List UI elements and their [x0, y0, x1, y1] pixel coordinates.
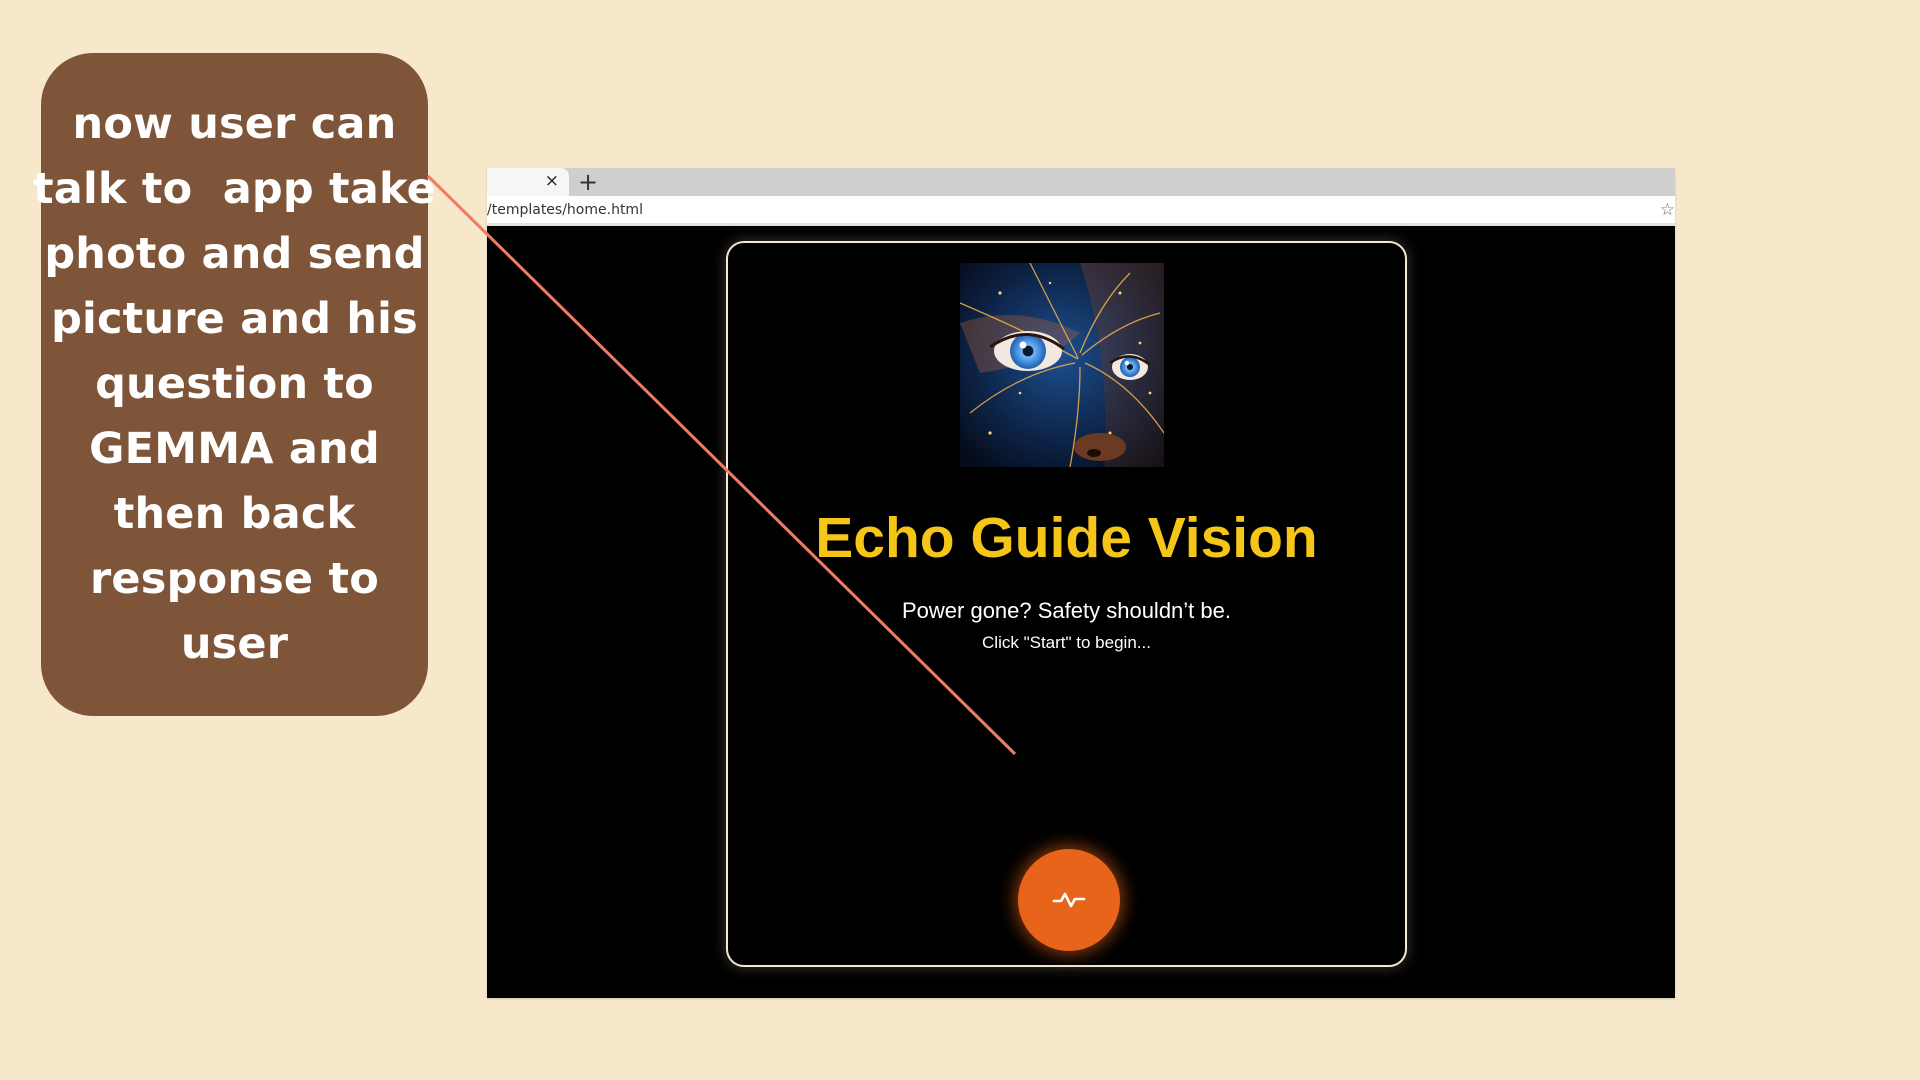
annotation-line: GEMMA and [89, 424, 380, 474]
app-card: Echo Guide Vision Power gone? Safety sho… [726, 241, 1407, 967]
annotation-text: now user can talk to app take photo and … [33, 92, 436, 677]
status-text: Click "Start" to begin... [982, 633, 1151, 652]
annotation-line: talk to app take [32, 164, 437, 214]
annotation-line: question to [95, 359, 374, 409]
browser-tab[interactable]: × [487, 168, 569, 196]
eye-face-image [960, 263, 1164, 467]
address-bar[interactable]: /templates/home.html ☆ [487, 196, 1675, 226]
app-title: Echo Guide Vision [815, 506, 1318, 570]
url-text[interactable]: /templates/home.html [487, 202, 643, 218]
annotation-line: picture and his [51, 294, 418, 344]
annotation-line: photo and send [44, 229, 425, 279]
browser-window: × + /templates/home.html ☆ Echo Guide Vi… [487, 168, 1675, 998]
tab-strip: × + [487, 168, 1675, 196]
bookmark-star-icon[interactable]: ☆ [1660, 200, 1675, 220]
app-subtitle: Power gone? Safety shouldn’t be. [901, 598, 1231, 623]
annotation-line: then back [113, 489, 356, 539]
web-page: Echo Guide Vision Power gone? Safety sho… [487, 226, 1675, 998]
annotation-line: now user can [72, 99, 397, 149]
activity-icon [1052, 892, 1086, 908]
annotation-line: response to user [90, 554, 379, 669]
start-button[interactable] [1018, 849, 1120, 951]
close-tab-icon[interactable]: × [545, 172, 559, 190]
annotation-callout: now user can talk to app take photo and … [33, 53, 436, 716]
new-tab-button[interactable]: + [578, 168, 598, 196]
